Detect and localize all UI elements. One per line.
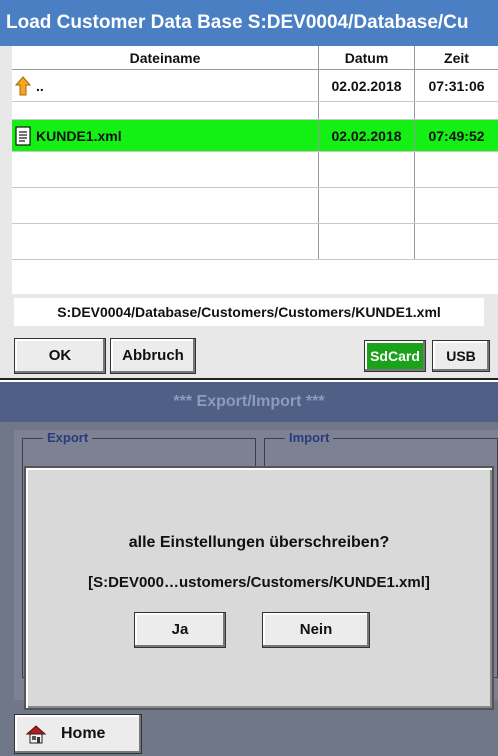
ok-button[interactable]: OK [14,338,106,374]
sdcard-source-button[interactable]: SdCard [364,340,426,372]
usb-source-button[interactable]: USB [432,340,490,372]
table-header: Dateiname Datum Zeit [12,46,498,70]
export-group-label: Export [43,430,93,445]
column-header-name: Dateiname [129,50,201,66]
table-row-selected-file[interactable]: KUNDE1.xml 02.02.2018 07:49:52 [12,120,498,152]
file-date: 02.02.2018 [318,120,414,151]
yes-button[interactable]: Ja [134,612,226,648]
table-row-parent-folder[interactable]: .. 02.02.2018 07:31:06 [12,70,498,102]
cancel-button[interactable]: Abbruch [110,338,196,374]
home-icon [25,723,47,745]
no-button[interactable]: Nein [262,612,370,648]
file-time: 07:49:52 [414,120,498,151]
dialog-title: Load Customer Data Base S:DEV0004/Databa… [0,0,498,46]
file-name: KUNDE1.xml [36,127,122,144]
file-name: .. [36,77,44,94]
table-row-empty [12,224,498,260]
import-group-label: Import [285,430,334,445]
folder-up-icon [14,75,32,96]
confirm-path: [S:DEV000…ustomers/Customers/KUNDE1.xml] [88,574,430,591]
overwrite-confirm-dialog: alle Einstellungen überschreiben? [S:DEV… [24,466,494,710]
confirm-question: alle Einstellungen überschreiben? [128,534,390,551]
home-label: Home [61,725,106,742]
selected-path-field: S:DEV0004/Database/Customers/Customers/K… [14,298,484,326]
export-import-screen: *** Export/Import *** Export Import alle… [0,382,498,756]
file-icon [14,125,32,146]
file-table: Dateiname Datum Zeit .. 02.02.2018 07:31… [12,46,498,294]
file-time: 07:31:06 [414,70,498,101]
table-row-empty [12,188,498,224]
table-row-empty [12,152,498,188]
home-button[interactable]: Home [14,714,142,754]
table-row-spacer [12,102,498,120]
file-date: 02.02.2018 [318,70,414,101]
file-load-dialog: Load Customer Data Base S:DEV0004/Databa… [0,0,498,380]
column-header-date: Datum [318,46,414,69]
column-header-time: Zeit [414,46,498,69]
screen-title: *** Export/Import *** [0,382,498,422]
